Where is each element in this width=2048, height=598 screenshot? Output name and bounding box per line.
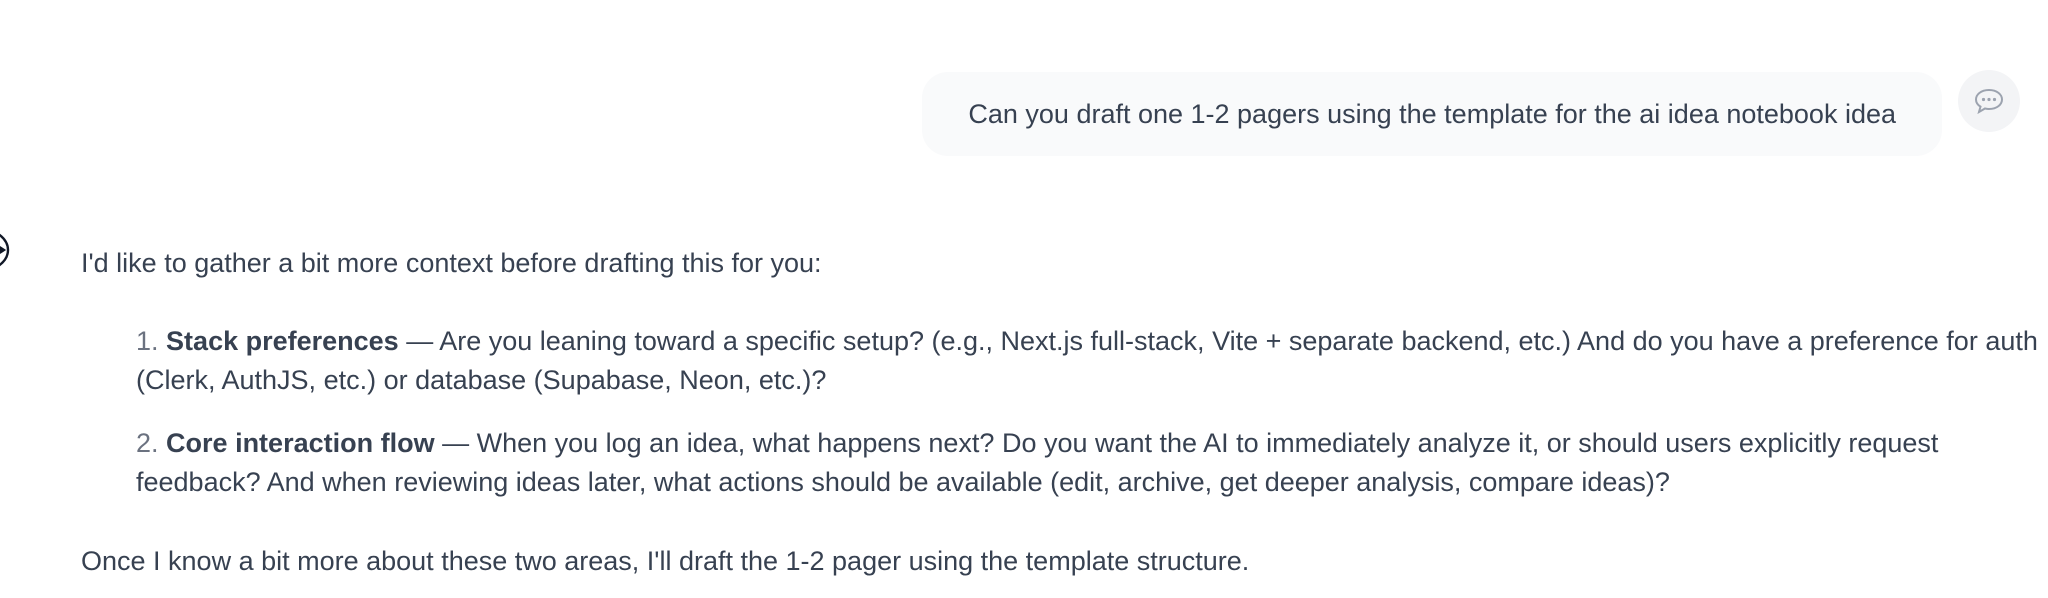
assistant-outro-text: Once I know a bit more about these two a… bbox=[81, 546, 1250, 576]
user-avatar[interactable] bbox=[1958, 70, 2020, 132]
list-item: 1. Stack preferences — Are you leaning t… bbox=[136, 322, 2048, 400]
list-item-number: 1. bbox=[136, 326, 159, 356]
assistant-logo-icon bbox=[0, 233, 10, 267]
user-message-bubble: Can you draft one 1-2 pagers using the t… bbox=[922, 72, 1942, 156]
chat-bubble-icon bbox=[1974, 88, 2004, 114]
list-item-title: Stack preferences bbox=[166, 326, 399, 356]
list-item-number: 2. bbox=[136, 428, 159, 458]
question-list: 1. Stack preferences — Are you leaning t… bbox=[136, 322, 2048, 526]
list-item: 2. Core interaction flow — When you log … bbox=[136, 424, 2048, 502]
user-message-text: Can you draft one 1-2 pagers using the t… bbox=[968, 98, 1896, 129]
list-item-title: Core interaction flow bbox=[166, 428, 435, 458]
list-item-text: — Are you leaning toward a specific setu… bbox=[136, 326, 2038, 395]
assistant-intro-text: I'd like to gather a bit more context be… bbox=[81, 248, 822, 278]
chat-view: Can you draft one 1-2 pagers using the t… bbox=[0, 0, 2048, 598]
